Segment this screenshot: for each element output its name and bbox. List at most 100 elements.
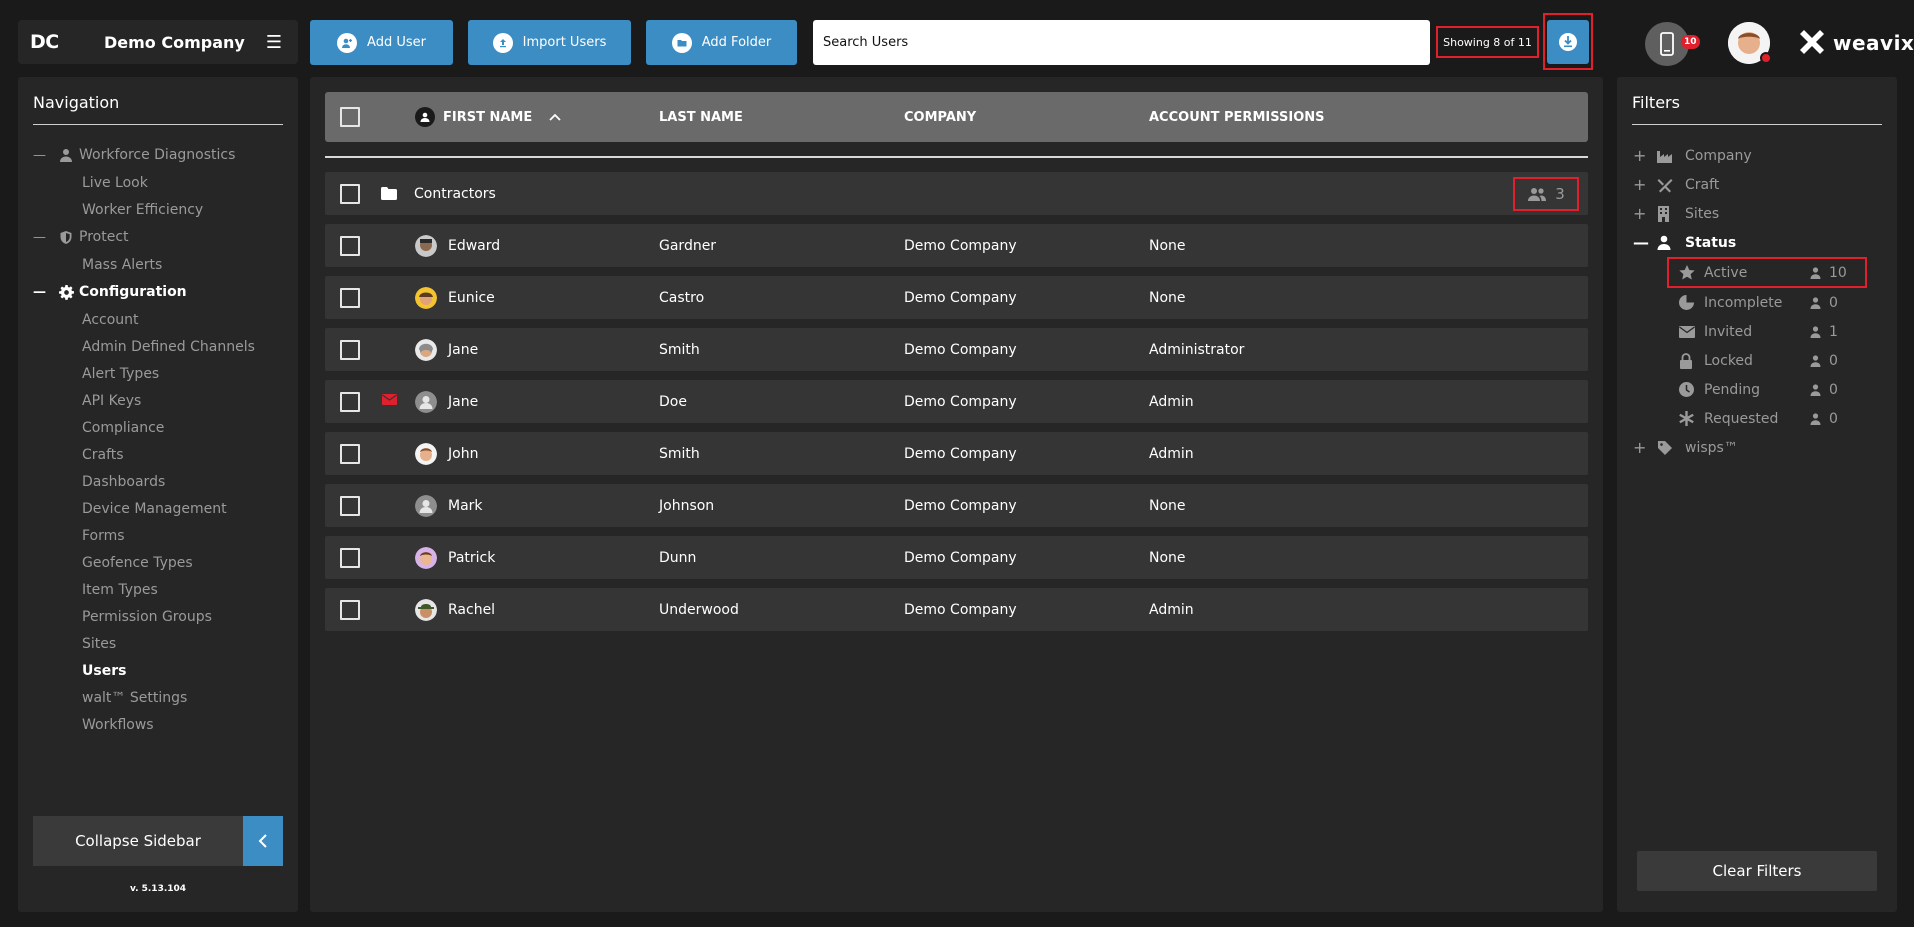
collapse-sidebar-button[interactable]: Collapse Sidebar — [33, 816, 283, 866]
table-row[interactable]: Edward Gardner Demo Company None — [325, 224, 1588, 267]
download-button[interactable] — [1547, 19, 1589, 64]
nav-item-live-look[interactable]: Live Look — [18, 169, 298, 196]
filter-group-sites[interactable]: + Sites — [1617, 199, 1897, 228]
user-avatar-icon — [415, 546, 437, 569]
filter-group-wisps[interactable]: + wisps™ — [1617, 433, 1897, 462]
first-name-cell: Mark — [415, 484, 483, 527]
collapse-sidebar-label: Collapse Sidebar — [33, 816, 243, 866]
person-icon — [1810, 266, 1821, 279]
first-name: Jane — [448, 341, 479, 358]
nav-item-workflows[interactable]: Workflows — [18, 711, 298, 738]
import-users-button[interactable]: Import Users — [468, 20, 631, 65]
nav-item-forms[interactable]: Forms — [18, 522, 298, 549]
filters-title: Filters — [1632, 93, 1680, 112]
user-avatar[interactable] — [1728, 22, 1772, 64]
nav-item-api-keys[interactable]: API Keys — [18, 387, 298, 414]
nav-item-device-management[interactable]: Device Management — [18, 495, 298, 522]
add-user-button[interactable]: Add User — [310, 20, 453, 65]
row-checkbox[interactable] — [340, 496, 360, 516]
filter-group-craft[interactable]: + Craft — [1617, 170, 1897, 199]
status-filter-incomplete[interactable]: Incomplete 0 — [1617, 288, 1897, 317]
nav-item-alert-types[interactable]: Alert Types — [18, 360, 298, 387]
nav-list: — Workforce Diagnostics Live Look Worker… — [18, 125, 298, 738]
folder-count: 3 — [1555, 185, 1565, 203]
weavix-logo-icon — [1800, 30, 1824, 54]
row-checkbox[interactable] — [340, 444, 360, 464]
folder-member-count: 3 — [1513, 177, 1579, 211]
collapse-dash-icon: — — [33, 147, 46, 163]
nav-group-configuration[interactable]: — Configuration — [18, 278, 298, 306]
permissions: Administrator — [1149, 341, 1245, 358]
nav-item-crafts[interactable]: Crafts — [18, 441, 298, 468]
status-label: Active — [1704, 264, 1748, 281]
default-avatar-icon — [415, 494, 437, 517]
folder-icon — [381, 187, 397, 200]
nav-item-compliance[interactable]: Compliance — [18, 414, 298, 441]
nav-item-mass-alerts[interactable]: Mass Alerts — [18, 251, 298, 278]
row-checkbox[interactable] — [340, 288, 360, 308]
select-all-checkbox[interactable] — [340, 107, 360, 127]
filter-group-label: Sites — [1685, 205, 1720, 222]
last-name: Dunn — [659, 549, 697, 566]
filter-group-status[interactable]: — Status — [1617, 228, 1897, 257]
user-avatar-icon — [415, 286, 437, 309]
status-label: Pending — [1704, 381, 1760, 398]
table-row[interactable]: Eunice Castro Demo Company None — [325, 276, 1588, 319]
hamburger-menu-icon[interactable]: ☰ — [262, 32, 286, 53]
table-row[interactable]: Patrick Dunn Demo Company None — [325, 536, 1588, 579]
last-name-column-header[interactable]: LAST NAME — [659, 110, 743, 125]
status-filter-pending[interactable]: Pending 0 — [1617, 375, 1897, 404]
nav-item-geofence-types[interactable]: Geofence Types — [18, 549, 298, 576]
row-checkbox[interactable] — [340, 600, 360, 620]
nav-item-dashboards[interactable]: Dashboards — [18, 468, 298, 495]
folder-icon — [671, 32, 692, 53]
row-checkbox[interactable] — [340, 392, 360, 412]
person-icon — [415, 107, 435, 127]
add-folder-button[interactable]: Add Folder — [646, 20, 797, 65]
status-label: Requested — [1704, 410, 1779, 427]
device-button[interactable]: 10 — [1645, 22, 1700, 66]
nav-group-workforce-diagnostics[interactable]: — Workforce Diagnostics — [18, 141, 298, 169]
upload-icon — [492, 32, 513, 53]
expand-plus-icon: + — [1633, 438, 1647, 457]
nav-item-permission-groups[interactable]: Permission Groups — [18, 603, 298, 630]
nav-item-account[interactable]: Account — [18, 306, 298, 333]
table-row[interactable]: Mark Johnson Demo Company None — [325, 484, 1588, 527]
nav-item-admin-defined-channels[interactable]: Admin Defined Channels — [18, 333, 298, 360]
user-avatar-icon — [415, 234, 437, 257]
status-filter-invited[interactable]: Invited 1 — [1617, 317, 1897, 346]
nav-item-sites[interactable]: Sites — [18, 630, 298, 657]
collapse-dash-icon: — — [33, 229, 46, 245]
company-column-header[interactable]: COMPANY — [904, 110, 976, 125]
first-name-cell: Jane — [415, 328, 478, 371]
nav-group-protect[interactable]: — Protect — [18, 223, 298, 251]
factory-icon — [1657, 149, 1675, 163]
showing-count: Showing 8 of 11 — [1436, 26, 1539, 58]
status-filter-active[interactable]: Active 10 — [1667, 257, 1867, 288]
nav-item-walt-settings[interactable]: walt™ Settings — [18, 684, 298, 711]
nav-item-worker-efficiency[interactable]: Worker Efficiency — [18, 196, 298, 223]
brand-header: DC Demo Company ☰ — [18, 20, 298, 64]
nav-item-item-types[interactable]: Item Types — [18, 576, 298, 603]
status-filter-locked[interactable]: Locked 0 — [1617, 346, 1897, 375]
folder-row[interactable]: Contractors 3 — [325, 172, 1588, 215]
search-input[interactable] — [813, 20, 1430, 65]
table-row[interactable]: Jane Doe Demo Company Admin — [325, 380, 1588, 423]
permissions-column-header[interactable]: ACCOUNT PERMISSIONS — [1149, 110, 1325, 125]
nav-item-users[interactable]: Users — [18, 657, 298, 684]
row-checkbox[interactable] — [340, 340, 360, 360]
row-checkbox[interactable] — [340, 236, 360, 256]
table-row[interactable]: Jane Smith Demo Company Administrator — [325, 328, 1588, 371]
table-row[interactable]: Rachel Underwood Demo Company Admin — [325, 588, 1588, 631]
filter-group-company[interactable]: + Company — [1617, 141, 1897, 170]
clear-filters-button[interactable]: Clear Filters — [1637, 851, 1877, 891]
row-checkbox[interactable] — [340, 548, 360, 568]
permissions: None — [1149, 289, 1186, 306]
status-count-value: 10 — [1829, 264, 1847, 281]
status-filter-requested[interactable]: Requested 0 — [1617, 404, 1897, 433]
status-count-value: 0 — [1829, 410, 1838, 427]
filter-group-label: Craft — [1685, 176, 1720, 193]
row-checkbox[interactable] — [340, 184, 360, 204]
first-name-column-header[interactable]: FIRST NAME — [415, 107, 562, 127]
table-row[interactable]: John Smith Demo Company Admin — [325, 432, 1588, 475]
